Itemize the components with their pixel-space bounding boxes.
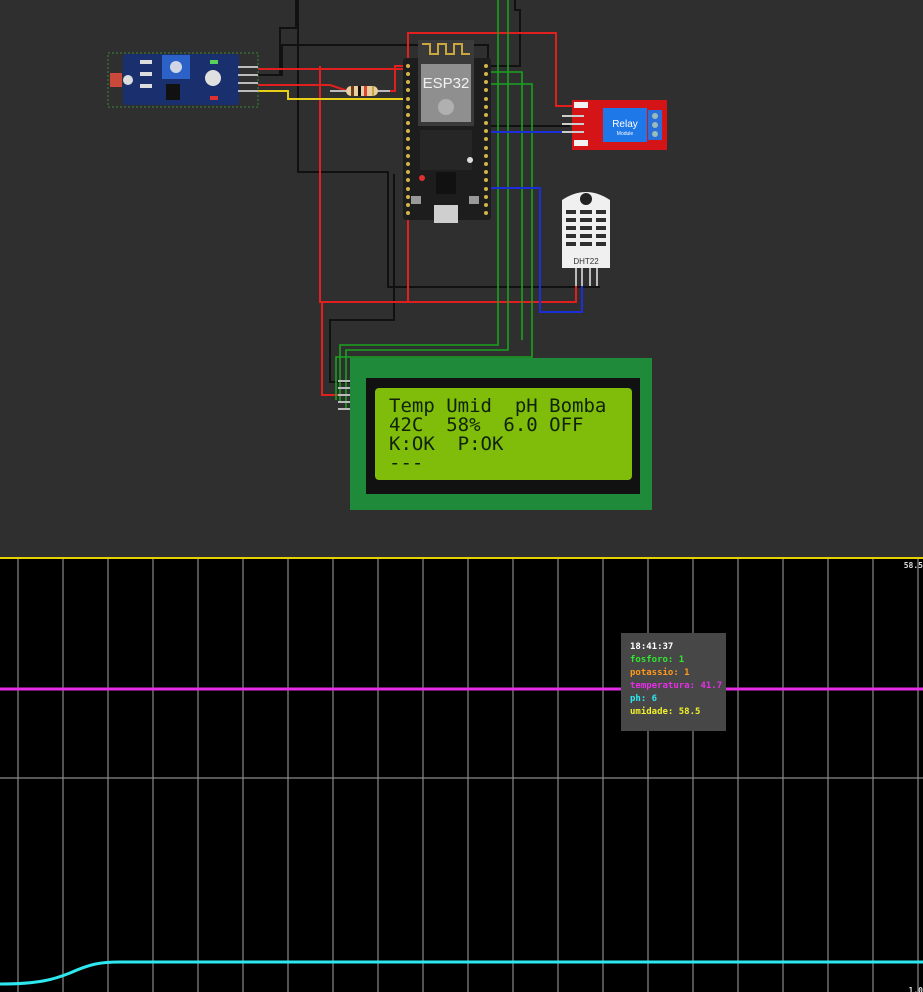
esp32-label: ESP32 [423,75,470,92]
light-sensor-module[interactable] [107,52,259,108]
circuit-diagram: ESP32 Relay Module DHT22 [107,0,667,510]
y-axis-max-label: 58.5 [903,561,923,570]
plotter-chart [0,559,923,992]
relay-module[interactable]: Relay Module [562,100,667,150]
y-axis-min-label: 1.0 [908,986,923,992]
wokwi-simulator: ESP32 Relay Module DHT22 Temp Umid pH Bo… [0,0,923,992]
tooltip-row-fosforo: fosforo: 1 [630,655,685,665]
relay-sublabel: Module [617,131,634,137]
tooltip-row-temperatura: temperatura: 41.7 [630,681,723,691]
plotter-tooltip: 18:41:37 fosforo: 1 potassio: 1 temperat… [621,633,726,731]
dht22-sensor[interactable]: DHT22 [562,192,610,286]
tooltip-row-umidade: umidade: 58.5 [630,707,701,717]
dht22-label: DHT22 [573,257,599,266]
tooltip-time: 18:41:37 [630,642,674,652]
lcd-line-4: --- [389,452,424,474]
series-line-ph [0,960,923,986]
relay-label: Relay [612,119,638,130]
plotter-grid [0,559,923,992]
circuit-canvas[interactable]: ESP32 Relay Module DHT22 Temp Umid pH Bo… [0,0,923,557]
serial-plotter[interactable]: 58.5 1.0 18:41:37 fosforo: 1 potassio: 1… [0,557,923,992]
tooltip-row-ph: ph: 6 [630,694,658,704]
esp32-board[interactable]: ESP32 [403,40,491,223]
tooltip-row-potassio: potassio: 1 [630,668,690,678]
